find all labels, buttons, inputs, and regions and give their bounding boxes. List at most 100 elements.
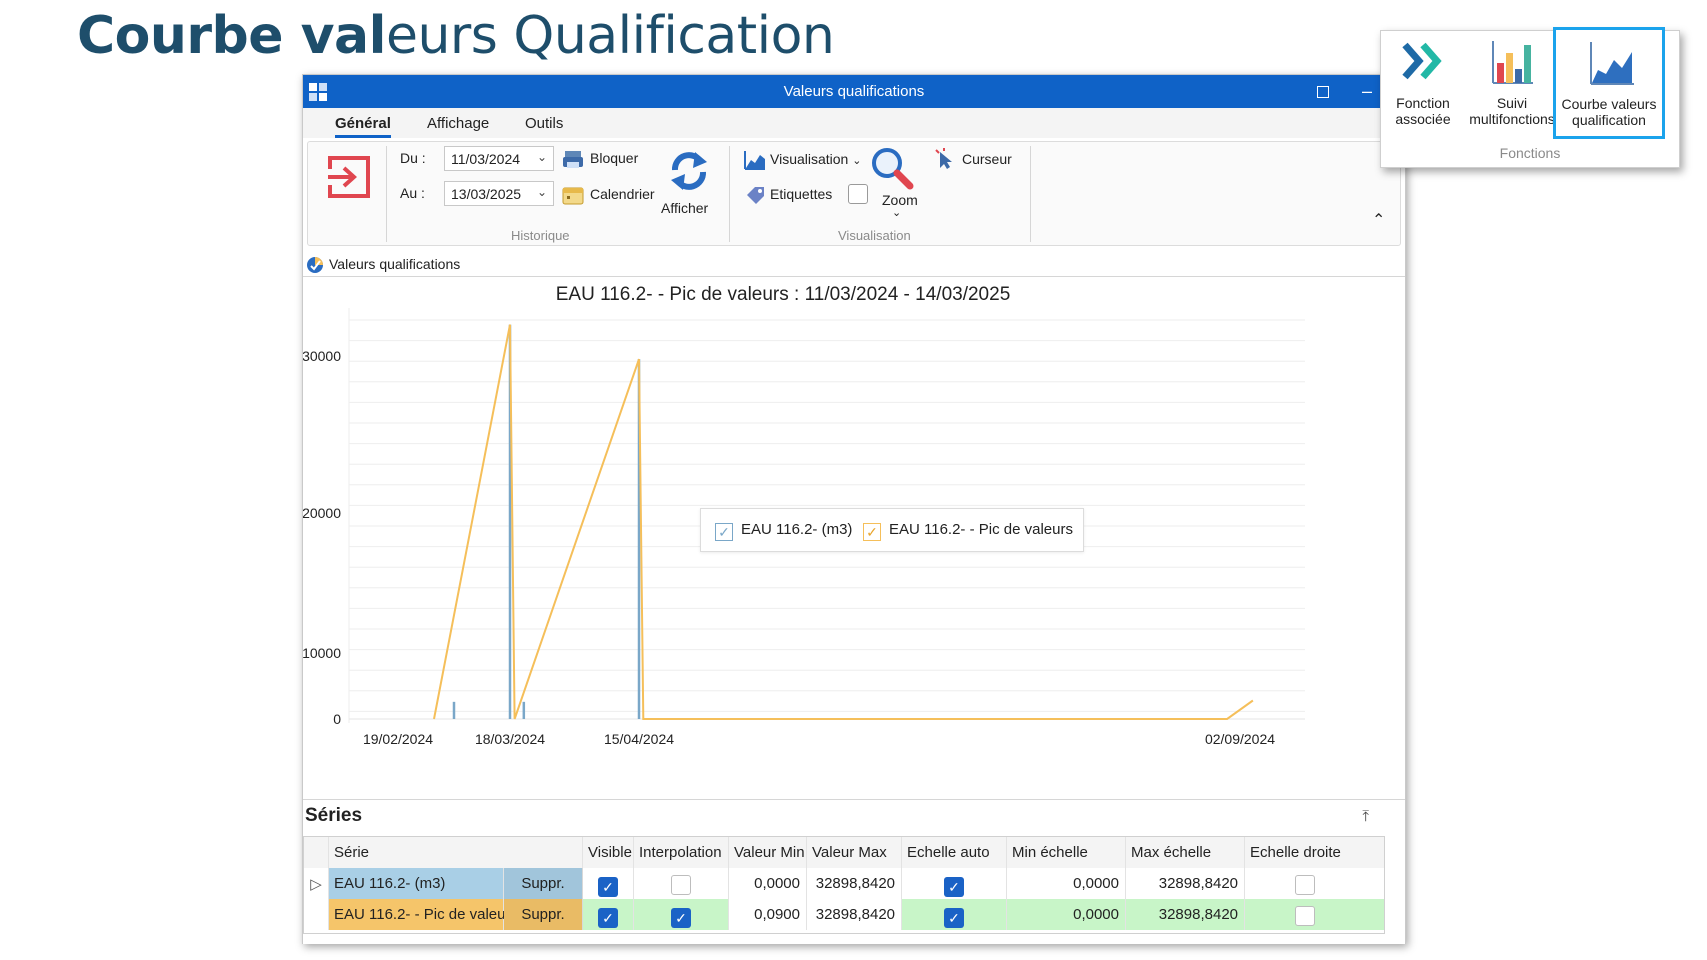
exit-icon[interactable] [326, 154, 372, 200]
collapse-ribbon-icon[interactable]: ⌃ [1372, 210, 1385, 230]
header-echelle-auto[interactable]: Echelle auto [902, 837, 1007, 868]
suivi-multifonctions-button[interactable]: Suivi multifonctions [1465, 31, 1559, 139]
checkbox-unchecked[interactable] [1295, 875, 1315, 895]
min-echelle[interactable]: 0,0000 [1007, 868, 1126, 899]
tab-outils[interactable]: Outils [525, 115, 563, 132]
tag-icon [747, 187, 764, 204]
checkbox-checked[interactable]: ✓ [598, 908, 618, 928]
expand-arrow-icon[interactable]: ▷ [304, 868, 329, 899]
echelle-droite-cell [1245, 899, 1365, 930]
y-tick-label: 20000 [303, 505, 341, 521]
header-echelle-droite[interactable]: Echelle droite [1245, 837, 1385, 868]
min-echelle[interactable]: 0,0000 [1007, 899, 1126, 930]
checkbox-checked[interactable]: ✓ [944, 877, 964, 897]
check-icon: ✓ [715, 523, 733, 541]
chart-icon [744, 151, 765, 170]
fonction-associee-button[interactable]: Fonction associée [1383, 31, 1463, 139]
calendrier-button[interactable]: Calendrier [590, 186, 655, 202]
grid-header-row: Série Visible Interpolation Valeur Min V… [304, 837, 1384, 868]
suivi-label-2: multifonctions [1469, 111, 1555, 127]
checkbox-unchecked[interactable] [1295, 906, 1315, 926]
chevron-down-icon[interactable]: ⌄ [892, 206, 901, 219]
y-tick-label: 30000 [303, 348, 341, 364]
refresh-icon[interactable] [667, 148, 711, 192]
valeur-max: 32898,8420 [807, 868, 902, 899]
y-tick-label: 10000 [303, 645, 341, 661]
window-title: Valeurs qualifications [783, 83, 925, 100]
pin-icon[interactable]: ⤒ [1362, 808, 1369, 825]
max-echelle[interactable]: 32898,8420 [1126, 868, 1245, 899]
etiquettes-label: Etiquettes [770, 186, 833, 202]
maximize-icon[interactable] [1309, 79, 1337, 103]
visible-cell: ✓ [583, 868, 634, 899]
x-tick-label: 02/09/2024 [1205, 731, 1275, 747]
header-valeur-max[interactable]: Valeur Max [807, 837, 902, 868]
historique-group-label: Historique [511, 228, 570, 243]
suppr-button[interactable]: Suppr. [504, 868, 583, 899]
calendar-icon [562, 187, 584, 205]
legend-item-m3[interactable]: ✓ EAU 116.2- (m3) [715, 521, 852, 541]
title-bar: Valeurs qualifications – [303, 75, 1405, 108]
legend-label-pic: EAU 116.2- - Pic de valeurs [889, 521, 1073, 538]
fonction-label-2: associée [1395, 111, 1451, 127]
courbe-label-2: qualification [1572, 112, 1646, 128]
minimize-icon[interactable]: – [1353, 79, 1381, 103]
echelle-auto-cell: ✓ [902, 868, 1007, 899]
chevron-down-icon: ⌄ [536, 185, 547, 199]
slide-title-rest: eurs Qualification [385, 6, 835, 66]
au-date-field[interactable]: 13/03/2025 ⌄ [444, 181, 554, 206]
tab-affichage[interactable]: Affichage [427, 115, 489, 132]
chart-tab-icon [307, 257, 323, 273]
checkbox-checked[interactable]: ✓ [598, 877, 618, 897]
series-panel: Séries ⤒ Série Visible Interpolation Val… [303, 799, 1405, 944]
y-tick-label: 0 [333, 711, 341, 727]
suppr-button[interactable]: Suppr. [504, 899, 583, 930]
zoom-icon[interactable] [870, 146, 914, 190]
du-label: Du : [400, 150, 426, 166]
slide-title-bold: Courbe val [77, 6, 386, 66]
header-min-echelle[interactable]: Min échelle [1007, 837, 1126, 868]
legend-item-pic[interactable]: ✓ EAU 116.2- - Pic de valeurs [863, 521, 1073, 541]
chart-tab-label: Valeurs qualifications [329, 256, 461, 272]
legend-label-m3: EAU 116.2- (m3) [741, 521, 853, 538]
courbe-label-1: Courbe valeurs [1561, 96, 1657, 112]
max-echelle[interactable]: 32898,8420 [1126, 899, 1245, 930]
etiquettes-checkbox[interactable] [848, 184, 868, 204]
chevron-down-icon: ⌄ [852, 155, 862, 167]
checkbox-checked[interactable]: ✓ [671, 908, 691, 928]
fonctions-group-label: Fonctions [1499, 145, 1561, 161]
bloquer-button[interactable]: Bloquer [590, 150, 638, 166]
app-window: Valeurs qualifications – Général Afficha… [302, 74, 1406, 944]
visualisation-group-label: Visualisation [838, 228, 911, 243]
interpolation-cell: ✓ [634, 899, 729, 930]
curseur-button[interactable]: Curseur [962, 151, 1012, 167]
checkbox-unchecked[interactable] [671, 875, 691, 895]
tab-general[interactable]: Général [335, 115, 391, 138]
valeur-min: 0,0900 [729, 899, 807, 930]
afficher-button[interactable]: Afficher [661, 200, 708, 216]
double-chevron-icon [1402, 42, 1442, 80]
header-max-echelle[interactable]: Max échelle [1126, 837, 1245, 868]
checkbox-checked[interactable]: ✓ [944, 908, 964, 928]
du-date-value: 11/03/2024 [451, 151, 521, 167]
lock-print-icon [563, 151, 583, 168]
header-valeur-min[interactable]: Valeur Min [729, 837, 807, 868]
series-row[interactable]: EAU 116.2- - Pic de valeurs Suppr. ✓ ✓ 0,090… [304, 899, 1384, 930]
header-visible[interactable]: Visible [583, 837, 634, 868]
echelle-auto-cell: ✓ [902, 899, 1007, 930]
header-serie[interactable]: Série [329, 837, 583, 868]
courbe-valeurs-qualification-button[interactable]: Courbe valeurs qualification [1553, 27, 1665, 139]
serie-name: EAU 116.2- - Pic de valeurs [329, 899, 518, 930]
chart-area: EAU 116.2- - Pic de valeurs : 11/03/2024… [303, 278, 1405, 791]
slide-title: Courbe valeurs Qualification [77, 6, 835, 66]
chart-legend: ✓ EAU 116.2- (m3) ✓ EAU 116.2- - Pic de va… [700, 508, 1084, 552]
valeur-min: 0,0000 [729, 868, 807, 899]
slide: Courbe valeurs Qualification Valeurs qua… [0, 0, 1707, 960]
chart-tab[interactable]: Valeurs qualifications [303, 251, 1405, 277]
series-row[interactable]: ▷ EAU 116.2- (m3) Suppr. ✓ 0,0000 32898,8420 ✓… [304, 868, 1384, 899]
visualisation-dropdown[interactable]: Visualisation ⌄ [770, 151, 861, 167]
header-interpolation[interactable]: Interpolation [634, 837, 729, 868]
chevron-down-icon: ⌄ [536, 150, 547, 164]
cursor-icon [935, 148, 952, 169]
du-date-field[interactable]: 11/03/2024 ⌄ [444, 146, 554, 171]
